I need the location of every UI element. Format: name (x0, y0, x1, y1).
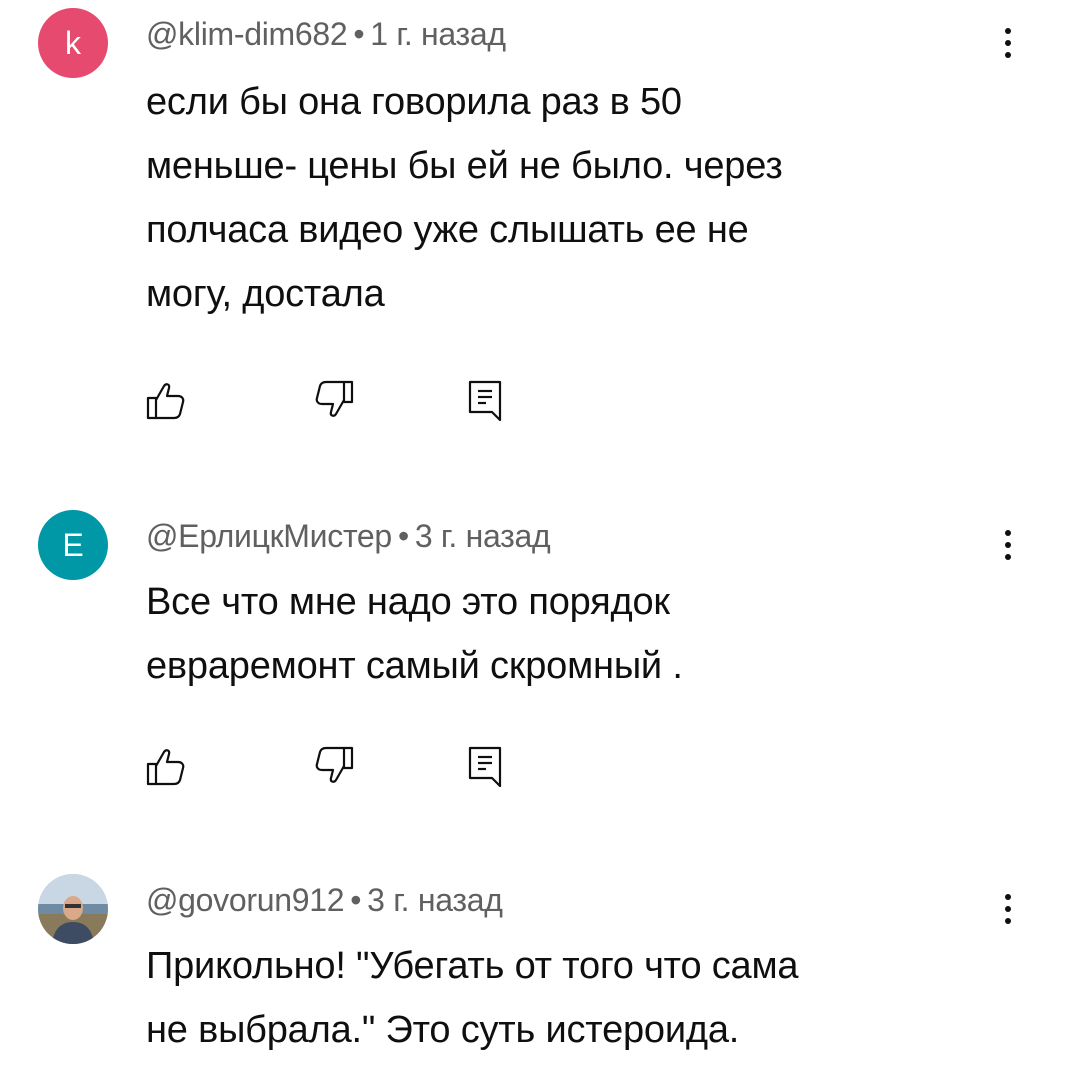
comment-time: 1 г. назад (370, 16, 506, 52)
comment-header: @ЕрлицкМистер • 3 г. назад (146, 518, 551, 555)
comment-line: не выбрала." Это суть истероида. (146, 1009, 740, 1051)
dislike-icon (315, 746, 354, 783)
separator-dot: • (353, 16, 365, 52)
avatar[interactable]: E (38, 510, 108, 580)
reply-icon (468, 380, 502, 422)
dislike-button[interactable] (310, 742, 360, 792)
comment-line: евраремонт самый скромный . (146, 645, 683, 687)
comment-time: 3 г. назад (414, 518, 551, 554)
reply-icon (468, 746, 502, 788)
dislike-button[interactable] (310, 376, 360, 426)
comment-text: если бы она говорила раз в 50 меньше- це… (146, 70, 946, 326)
reply-button[interactable] (460, 742, 510, 792)
author-name[interactable]: @govorun912 (146, 882, 345, 918)
more-vert-icon[interactable] (990, 18, 1026, 68)
like-icon (146, 383, 185, 420)
dislike-icon (315, 380, 354, 417)
separator-dot: • (350, 882, 362, 918)
comment-time: 3 г. назад (367, 882, 503, 918)
avatar[interactable] (38, 874, 108, 944)
comment-line: Все что мне надо это порядок (146, 581, 670, 623)
comment-text: Прикольно! "Убегать от того что сама не … (146, 934, 946, 1062)
separator-dot: • (397, 518, 409, 554)
comment-line: полчаса видео уже слышать ее не (146, 209, 749, 251)
like-icon (146, 749, 185, 786)
comment-line: если бы она говорила раз в 50 (146, 81, 682, 123)
more-vert-icon[interactable] (990, 884, 1026, 934)
comment-text: Все что мне надо это порядок евраремонт … (146, 570, 946, 698)
author-name[interactable]: @klim-dim682 (146, 16, 348, 52)
author-name[interactable]: @ЕрлицкМистер (146, 518, 392, 554)
like-button[interactable] (140, 742, 190, 792)
more-vert-icon[interactable] (990, 520, 1026, 570)
like-button[interactable] (140, 376, 190, 426)
comment-header: @govorun912 • 3 г. назад (146, 882, 503, 919)
comment-line: Прикольно! "Убегать от того что сама (146, 945, 799, 987)
comment-line: меньше- цены бы ей не было. через (146, 145, 783, 187)
avatar[interactable]: k (38, 8, 108, 78)
avatar-photo (38, 874, 108, 944)
comment-header: @klim-dim682 • 1 г. назад (146, 16, 506, 53)
reply-button[interactable] (460, 376, 510, 426)
comment-line: могу, достала (146, 273, 385, 315)
